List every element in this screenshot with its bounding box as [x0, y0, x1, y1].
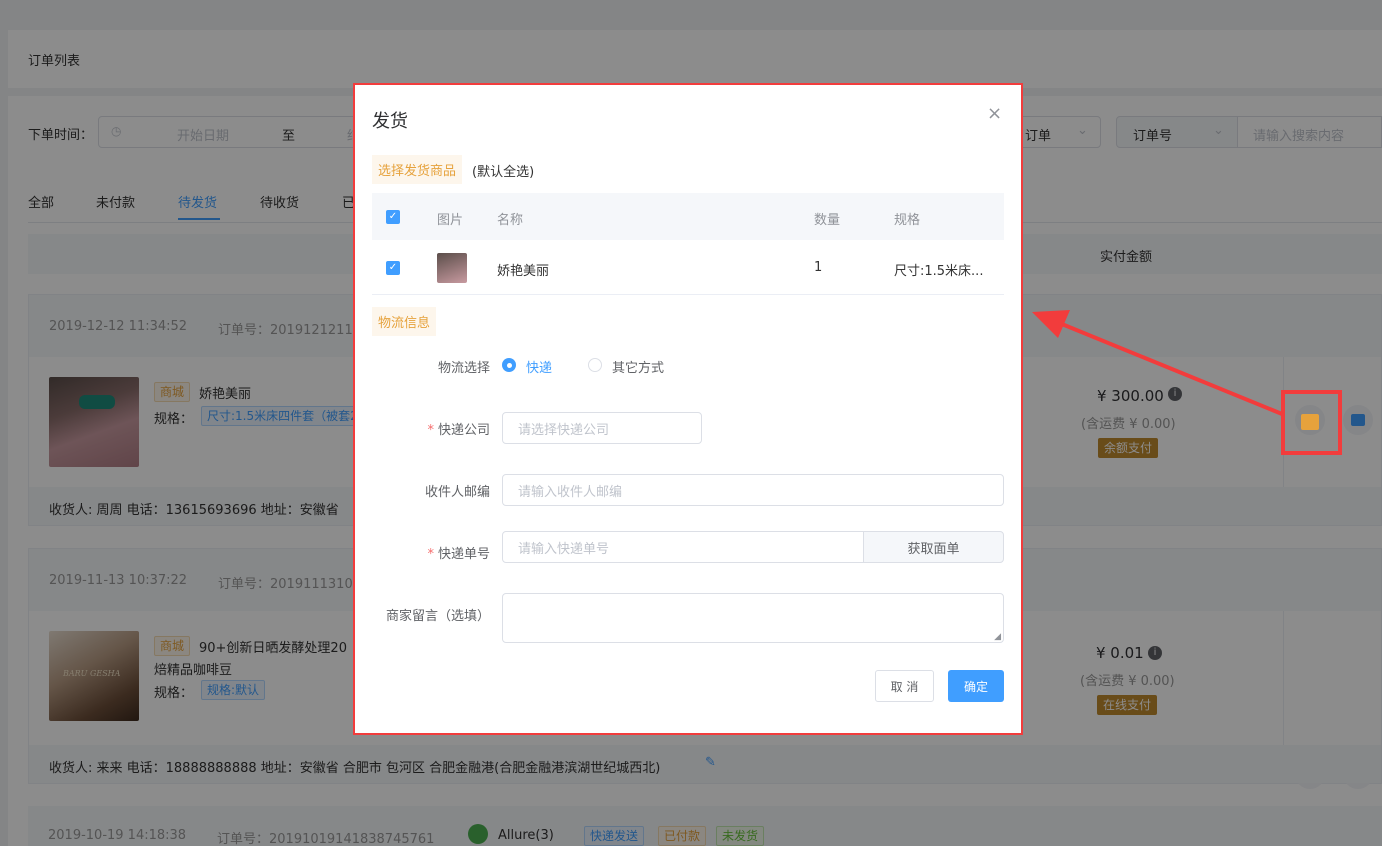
- company-select[interactable]: 请选择快递公司: [502, 412, 702, 444]
- note-label: 商家留言（选填）: [385, 609, 490, 624]
- confirm-button[interactable]: 确定: [948, 670, 1004, 702]
- header-spec: 规格: [894, 213, 921, 228]
- resize-handle-icon[interactable]: ◢: [994, 632, 1001, 642]
- order-page: 订单列表 下单时间： ◷ 开始日期 至 结 订单 ⌄ 订单号 ⌄ 请输入搜索内容…: [0, 0, 1382, 846]
- radio-other[interactable]: [588, 358, 602, 372]
- tracking-label-text: 快递单号: [437, 547, 490, 562]
- row-checkbox[interactable]: ✓: [386, 261, 400, 275]
- ship-dialog: 发货 × 选择发货商品 (默认全选) ✓ 图片 名称 数量 规格 ✓ 娇艳美丽 …: [355, 85, 1021, 733]
- radio-express[interactable]: [502, 358, 516, 372]
- tracking-label: * 快递单号: [427, 547, 490, 562]
- get-waybill-label: 获取面单: [907, 541, 960, 557]
- header-name: 名称: [497, 213, 524, 228]
- goods-qty: 1: [814, 260, 823, 275]
- cancel-button[interactable]: 取 消: [875, 670, 934, 702]
- header-image: 图片: [437, 213, 464, 228]
- annotation-arrow: [1032, 310, 1283, 416]
- goods-name: 娇艳美丽: [497, 264, 550, 279]
- company-label: * 快递公司: [427, 423, 490, 438]
- cancel-label: 取 消: [890, 679, 919, 694]
- tracking-input[interactable]: 请输入快递单号: [502, 531, 864, 563]
- header-qty: 数量: [814, 213, 841, 228]
- dialog-title: 发货: [372, 111, 408, 132]
- radio-express-label[interactable]: 快递: [526, 357, 552, 376]
- section-goods-hint: (默认全选): [472, 165, 535, 180]
- zip-input[interactable]: 请输入收件人邮编: [502, 474, 1004, 506]
- get-waybill-button[interactable]: 获取面单: [863, 531, 1004, 563]
- note-textarea[interactable]: ◢: [502, 593, 1004, 643]
- zip-label: 收件人邮编: [424, 485, 490, 500]
- goods-thumb: [437, 253, 467, 283]
- section-goods-label: 选择发货商品: [372, 155, 463, 184]
- goods-table-row: ✓ 娇艳美丽 1 尺寸:1.5米床...: [372, 240, 1004, 295]
- confirm-label: 确定: [963, 679, 988, 694]
- section-logistics-label: 物流信息: [372, 307, 437, 336]
- logistics-choice-label: 物流选择: [437, 361, 490, 376]
- tracking-placeholder: 请输入快递单号: [518, 541, 610, 557]
- company-label-text: 快递公司: [437, 423, 490, 438]
- goods-table-header: ✓ 图片 名称 数量 规格: [372, 193, 1004, 240]
- goods-spec: 尺寸:1.5米床...: [894, 264, 984, 279]
- zip-placeholder: 请输入收件人邮编: [518, 484, 623, 500]
- radio-other-label[interactable]: 其它方式: [612, 357, 664, 376]
- select-all-checkbox[interactable]: ✓: [386, 210, 400, 224]
- close-icon[interactable]: ×: [987, 103, 1002, 124]
- company-placeholder: 请选择快递公司: [518, 422, 610, 438]
- highlighted-ship-icon: [1301, 414, 1319, 430]
